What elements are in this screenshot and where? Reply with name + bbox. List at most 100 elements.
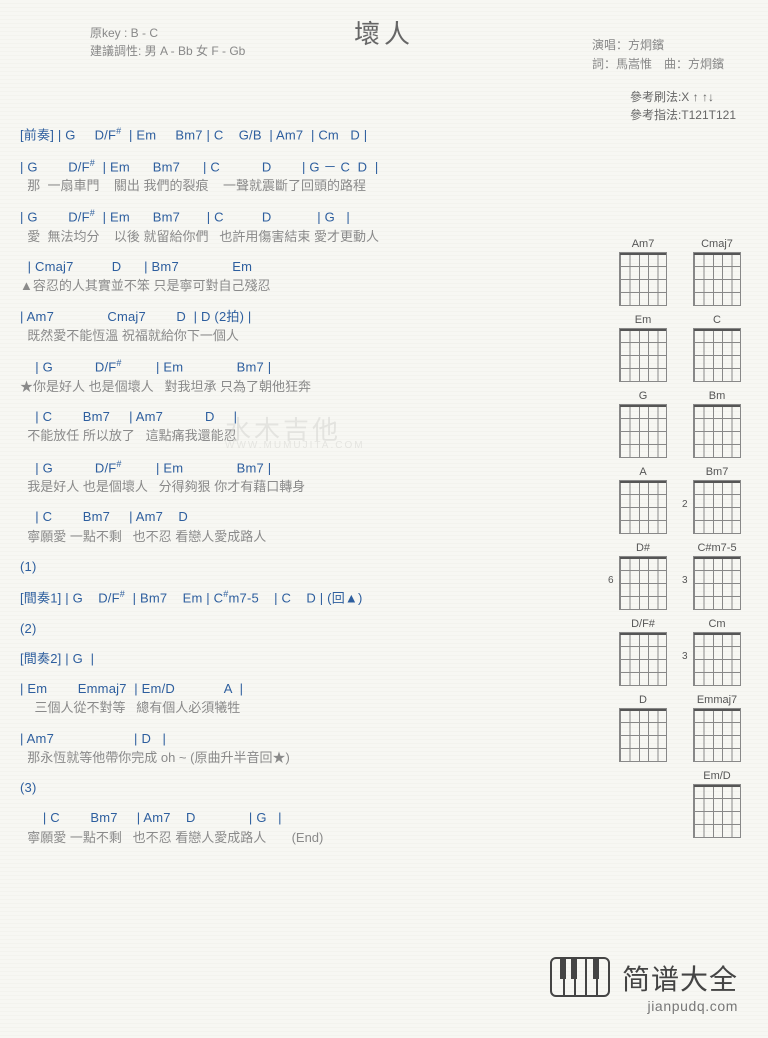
chord-line: | Cmaj7 D | Bm7 Em — [20, 259, 580, 275]
chord-name: Em/D — [688, 770, 746, 782]
line-block: | Am7 Cmaj7 D | D (2拍) | 既然愛不能恆溫 祝福就給你下一… — [20, 309, 580, 345]
chord-diagram: Am7 — [614, 238, 672, 306]
fretboard-icon — [619, 404, 667, 458]
original-key: 原key : B - C — [90, 24, 245, 42]
lyric-line: 我是好人 也是個壞人 分得夠狠 你才有藉口轉身 — [20, 479, 580, 495]
line-block: | G D/F# | Em Bm7 | C D | G － C D | 那 一扇… — [20, 158, 580, 195]
line-block: | C Bm7 | Am7 D 寧願愛 一點不剩 也不忍 看戀人愛成路人 — [20, 509, 580, 545]
fretboard-icon — [693, 784, 741, 838]
chord-line: | G D/F# | Em Bm7 | C D | G － C D | — [20, 158, 580, 176]
line-block: | G D/F# | Em Bm7 | 我是好人 也是個壞人 分得夠狠 你才有藉… — [20, 459, 580, 496]
chord-line: | C Bm7 | Am7 D | G | — [20, 810, 580, 826]
chord-diagram: Em/D — [688, 770, 746, 838]
chord-name: Am7 — [614, 238, 672, 250]
credits: 詞：馬嵩惟 曲：方炯鑌 — [592, 55, 724, 74]
fret-number: 3 — [682, 651, 688, 662]
lyric-line: ★你是好人 也是個壞人 對我坦承 只為了朝他狂奔 — [20, 379, 580, 395]
fretboard-icon: 3 — [693, 556, 741, 610]
line-block: | C Bm7 | Am7 D | G | 寧願愛 一點不剩 也不忍 看戀人愛成… — [20, 810, 580, 846]
line-block: [間奏2] | G | — [20, 651, 580, 667]
lyric-line: 那永恆就等他帶你完成 oh ~ (原曲升半音回★) — [20, 750, 580, 766]
meta-left: 原key : B - C 建議調性: 男 A - Bb 女 F - Gb — [90, 24, 245, 60]
chord-line: (3) — [20, 780, 580, 796]
chord-line: | Em Emmaj7 | Em/D A | — [20, 681, 580, 697]
chord-line: (1) — [20, 559, 580, 575]
lyric-line: 愛 無法均分 以後 就留給你們 也許用傷害結束 愛才更動人 — [20, 229, 580, 245]
logo-text: 简谱大全 — [622, 964, 738, 995]
lyric-line: 寧願愛 一點不剩 也不忍 看戀人愛成路人 (End) — [20, 830, 580, 846]
fret-number: 6 — [608, 575, 614, 586]
lyric-line: 既然愛不能恆溫 祝福就給你下一個人 — [20, 328, 580, 344]
chord-name: Bm — [688, 390, 746, 402]
chord-diagram: D/F# — [614, 618, 672, 686]
chord-diagrams: Am7Cmaj7EmCGBmABm72D#6C#m7-53D/F#Cm3DEmm… — [596, 238, 746, 838]
chord-diagram: Emmaj7 — [688, 694, 746, 762]
chord-name: Bm7 — [688, 466, 746, 478]
chord-name: C#m7-5 — [688, 542, 746, 554]
line-block: | Em Emmaj7 | Em/D A | 三個人從不對等 總有個人必須犧牲 — [20, 681, 580, 717]
fretboard-icon: 2 — [693, 480, 741, 534]
chord-name: D — [614, 694, 672, 706]
chord-name: Cm — [688, 618, 746, 630]
line-block: (3) — [20, 780, 580, 796]
lyric-line: 三個人從不對等 總有個人必須犧牲 — [20, 700, 580, 716]
chord-line: [間奏2] | G | — [20, 651, 580, 667]
piano-icon — [550, 957, 610, 997]
fret-number: 3 — [682, 575, 688, 586]
chord-line: | G D/F# | Em Bm7 | C D | G | — [20, 208, 580, 226]
page: 壞人 原key : B - C 建議調性: 男 A - Bb 女 F - Gb … — [0, 0, 768, 1038]
line-block: | Cmaj7 D | Bm7 Em ▲容忍的人其實並不笨 只是寧可對自己殘忍 — [20, 259, 580, 295]
fretboard-icon — [693, 328, 741, 382]
suggested-key: 建議調性: 男 A - Bb 女 F - Gb — [90, 42, 245, 60]
fretboard-icon — [619, 632, 667, 686]
pick-pattern: 參考指法:T121T121 — [630, 106, 736, 124]
fretboard-icon — [693, 404, 741, 458]
line-block: | Am7 | D | 那永恆就等他帶你完成 oh ~ (原曲升半音回★) — [20, 731, 580, 767]
line-block: | G D/F# | Em Bm7 | C D | G | 愛 無法均分 以後 … — [20, 208, 580, 245]
lyric-line: 那 一扇車門 關出 我們的裂痕 一聲就震斷了回頭的路程 — [20, 178, 580, 194]
chord-line: [間奏1] | G D/F# | Bm7 Em | C#m7-5 | C D |… — [20, 589, 580, 607]
fretboard-icon — [693, 708, 741, 762]
chord-diagram: Bm — [688, 390, 746, 458]
fretboard-icon: 6 — [619, 556, 667, 610]
fretboard-icon — [619, 708, 667, 762]
strum-pattern: 參考刷法:X ↑ ↑↓ — [630, 88, 736, 106]
line-block: [間奏1] | G D/F# | Bm7 Em | C#m7-5 | C D |… — [20, 589, 580, 607]
lyric-line: ▲容忍的人其實並不笨 只是寧可對自己殘忍 — [20, 278, 580, 294]
meta-right: 演唱：方炯鑌 詞：馬嵩惟 曲：方炯鑌 — [592, 36, 724, 74]
site-logo: 简谱大全 jianpudq.com — [550, 957, 738, 1014]
chord-name: C — [688, 314, 746, 326]
watermark-url: WWW.MUMUJITA.COM — [225, 440, 365, 451]
chord-diagram: C — [688, 314, 746, 382]
chord-diagram: Cmaj7 — [688, 238, 746, 306]
chord-name: Emmaj7 — [688, 694, 746, 706]
fretboard-icon — [693, 252, 741, 306]
fretboard-icon — [619, 328, 667, 382]
chord-line: | Am7 Cmaj7 D | D (2拍) | — [20, 309, 580, 325]
chord-diagram: Bm72 — [688, 466, 746, 534]
chord-name: Em — [614, 314, 672, 326]
chord-diagram: Cm 3 — [688, 618, 746, 686]
chord-name: D# — [614, 542, 672, 554]
chord-diagram: G — [614, 390, 672, 458]
chord-line: | G D/F# | Em Bm7 | — [20, 358, 580, 376]
fretboard-icon — [619, 252, 667, 306]
line-block: (1) — [20, 559, 580, 575]
chord-line: | Am7 | D | — [20, 731, 580, 747]
chord-name: D/F# — [614, 618, 672, 630]
logo-url: jianpudq.com — [648, 998, 738, 1014]
chord-line: | G D/F# | Em Bm7 | — [20, 459, 580, 477]
line-block: [前奏] | G D/F# | Em Bm7 | C G/B | Am7 | C… — [20, 126, 580, 144]
chord-diagram: D# 6 — [614, 542, 672, 610]
strum-guide: 參考刷法:X ↑ ↑↓ 參考指法:T121T121 — [630, 88, 736, 124]
singer: 演唱：方炯鑌 — [592, 36, 724, 55]
chord-diagram: C#m7-5 3 — [688, 542, 746, 610]
chord-line: [前奏] | G D/F# | Em Bm7 | C G/B | Am7 | C… — [20, 126, 580, 144]
chord-name: Cmaj7 — [688, 238, 746, 250]
chord-diagram: A — [614, 466, 672, 534]
chord-line: | C Bm7 | Am7 D — [20, 509, 580, 525]
fretboard-icon: 3 — [693, 632, 741, 686]
fretboard-icon — [619, 480, 667, 534]
lyric-line: 寧願愛 一點不剩 也不忍 看戀人愛成路人 — [20, 529, 580, 545]
line-block: (2) — [20, 621, 580, 637]
